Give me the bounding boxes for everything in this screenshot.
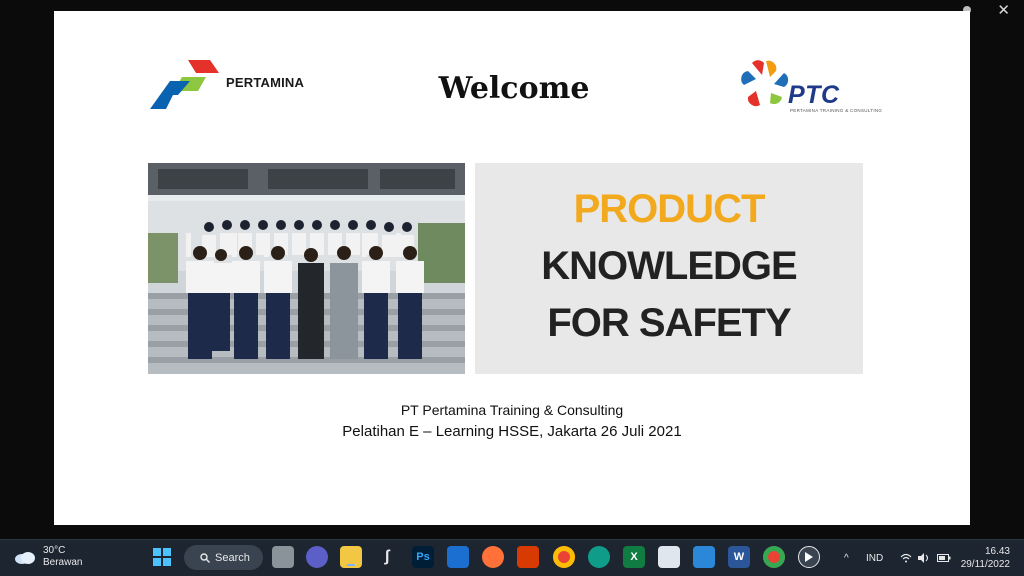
welcome-heading: Welcome (438, 71, 590, 106)
subtitle-company: PT Pertamina Training & Consulting (400, 402, 624, 418)
photoshop-icon[interactable]: Ps (412, 546, 434, 568)
pertamina-logo: PERTAMINA (150, 59, 304, 111)
firefox-icon[interactable] (482, 546, 504, 568)
presentation-slide: PERTAMINA Welcome PTC PERTAMINA TRAINING… (54, 11, 970, 525)
folder-icon[interactable] (340, 546, 362, 568)
group-photo (148, 163, 465, 374)
pertamina-logo-label: PERTAMINA (226, 74, 305, 90)
chrome-icon[interactable] (553, 546, 575, 568)
edge-icon[interactable] (588, 546, 610, 568)
cloud-icon (15, 552, 35, 564)
ptc-logo-sublabel: PERTAMINA TRAINING & CONSULTING (790, 108, 883, 113)
word-icon[interactable]: W (728, 546, 750, 568)
weather-widget[interactable]: 30°C Berawan (14, 545, 82, 569)
close-icon[interactable]: ✕ (997, 3, 1010, 18)
video-player-icon[interactable] (798, 546, 820, 568)
windows-start-icon[interactable] (151, 546, 173, 568)
search-label: Search (215, 551, 250, 564)
taskbar: 30°C Berawan Search ʃ Ps X W ^ IND 16.43… (0, 539, 1024, 576)
clock[interactable]: 16.43 29/11/2022 (961, 545, 1010, 571)
battery-icon[interactable] (937, 540, 951, 576)
ptc-logo: PTC PERTAMINA TRAINING & CONSULTING (738, 55, 882, 116)
sketch-app-icon[interactable]: ʃ (376, 546, 398, 568)
clock-date: 29/11/2022 (960, 559, 1010, 570)
wifi-icon[interactable] (900, 540, 912, 576)
search-icon (200, 552, 210, 563)
pertamina-logo-icon (150, 60, 219, 109)
weather-temperature: 30°C (43, 545, 66, 556)
teams-chat-icon[interactable] (306, 546, 328, 568)
title-line-for-safety: FOR SAFETY (547, 301, 791, 345)
clock-time: 16.43 (984, 546, 1010, 557)
mail-icon[interactable] (447, 546, 469, 568)
group-photo-image (148, 163, 465, 374)
ptc-logo-label: PTC (788, 81, 840, 109)
volume-icon[interactable] (918, 540, 930, 576)
file-explorer-icon[interactable] (272, 546, 294, 568)
subtitle-event: Pelatihan E – Learning HSSE, Jakarta 26 … (342, 423, 682, 440)
office-icon[interactable] (517, 546, 539, 568)
language-indicator[interactable]: IND (866, 540, 883, 576)
weather-description: Berawan (43, 557, 83, 568)
whiteboard-icon[interactable] (658, 546, 680, 568)
chrome-icon-2[interactable] (763, 546, 785, 568)
search-button[interactable]: Search (184, 545, 263, 570)
media-player-icon[interactable] (693, 546, 715, 568)
tray-overflow-chevron[interactable]: ^ (844, 540, 849, 576)
title-line-product: PRODUCT (573, 187, 766, 231)
excel-icon[interactable]: X (623, 546, 645, 568)
title-line-knowledge: KNOWLEDGE (541, 244, 797, 288)
ptc-logo-icon (741, 60, 789, 107)
title-panel: PRODUCT KNOWLEDGE FOR SAFETY (475, 163, 863, 374)
